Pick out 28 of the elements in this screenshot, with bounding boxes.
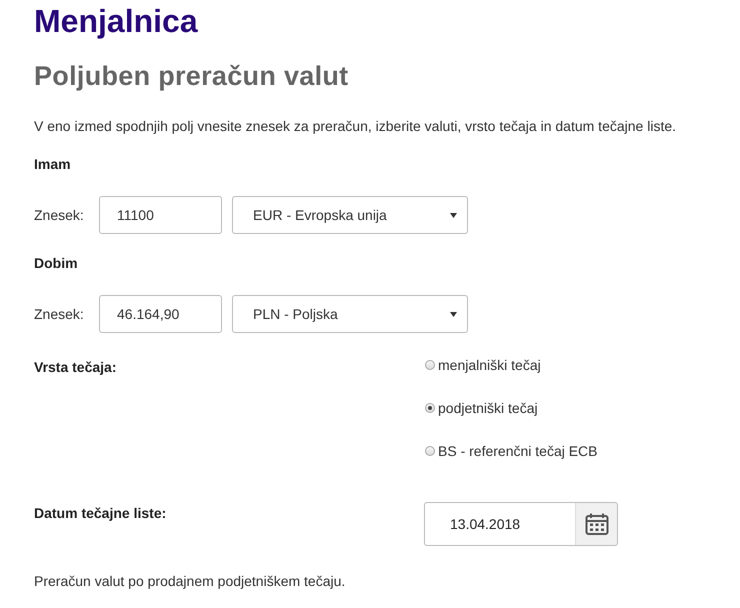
radio-button[interactable] xyxy=(425,446,435,456)
rate-type-label: Vrsta tečaja: xyxy=(34,358,118,377)
option-label: podjetniški tečaj xyxy=(438,399,538,417)
rate-option[interactable]: podjetniški tečaj xyxy=(425,399,706,417)
intro-text: V eno izmed spodnjih polj vnesite znesek za preračun, izberite valuti, vrsto tečaja in datum tečajne liste. xyxy=(34,117,678,135)
rate-option[interactable]: menjalniški tečaj xyxy=(425,356,706,374)
currency-dropdown[interactable]: PLN - Poljska xyxy=(232,295,468,333)
currency-dropdown[interactable]: EUR - Evropska unija xyxy=(232,196,468,234)
date-field[interactable]: 13.04.2018 xyxy=(424,502,618,546)
amount-field[interactable]: 11100 xyxy=(99,196,222,234)
page-heading: Poljuben preračun valut xyxy=(34,60,350,92)
caret-icon xyxy=(450,312,457,316)
rate-option[interactable]: BS - referenčni tečaj ECB xyxy=(425,442,706,460)
option-label: menjalniški tečaj xyxy=(438,356,541,374)
option-label: BS - referenčni tečaj ECB xyxy=(438,442,598,460)
amount-field[interactable]: 46.164,90 xyxy=(99,295,222,333)
amount-label: Znesek: xyxy=(34,306,85,322)
note-text: Preračun valut po prodajnem podjetniškem tečaju. xyxy=(34,572,346,590)
radio-button[interactable] xyxy=(425,403,435,413)
amount-label: Znesek: xyxy=(34,207,85,223)
caret-icon xyxy=(450,212,457,218)
site-title: Menjalnica xyxy=(34,4,199,38)
calendar-button[interactable] xyxy=(575,503,617,545)
date-label: Datum tečajne liste: xyxy=(34,504,168,523)
radio-button[interactable] xyxy=(425,360,435,370)
section-title: Dobim xyxy=(34,254,79,272)
section-title: Imam xyxy=(34,155,72,173)
calendar-icon xyxy=(584,512,608,536)
